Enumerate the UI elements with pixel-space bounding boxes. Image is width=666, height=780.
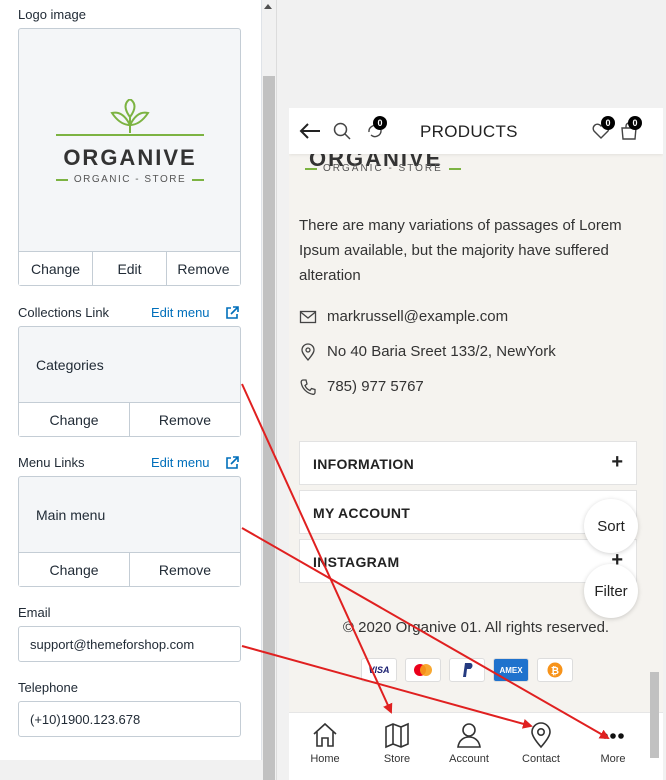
accordion-information[interactable]: INFORMATION + xyxy=(299,441,637,485)
theme-editor: Logo image ORGANIVE ORGANIC - STORE Chan… xyxy=(0,0,666,780)
back-arrow-icon[interactable] xyxy=(299,122,321,140)
location-pin-icon xyxy=(531,722,551,749)
footer-brand-tagline-row: ORGANIC - STORE xyxy=(299,163,467,174)
footer-description: There are many variations of passages of… xyxy=(299,217,622,284)
menu-links-actions: Change Remove xyxy=(19,552,240,586)
copyright-text: © 2020 Organive 01. All rights reserved. xyxy=(342,619,610,636)
logo-tagline: ORGANIC - STORE xyxy=(73,174,187,185)
sort-button[interactable]: Sort xyxy=(584,499,638,553)
accordion-label: INSTAGRAM xyxy=(313,554,400,570)
mastercard-icon xyxy=(405,658,441,682)
user-icon xyxy=(457,723,481,748)
preview-scrollbar-thumb[interactable] xyxy=(650,672,659,758)
external-link-icon[interactable] xyxy=(225,456,239,470)
bitcoin-icon: ₿ xyxy=(537,658,573,682)
collections-actions: Change Remove xyxy=(19,402,240,436)
logo-name: ORGANIVE xyxy=(63,145,197,170)
accordion-label: INFORMATION xyxy=(313,456,415,472)
map-icon xyxy=(385,722,409,749)
phone-icon xyxy=(300,379,316,395)
logo-edit-button[interactable]: Edit xyxy=(93,252,167,285)
nav-store[interactable]: Store xyxy=(361,713,433,780)
cart-count-badge: 0 xyxy=(628,116,642,130)
external-link-icon[interactable] xyxy=(225,306,239,320)
menu-links-change-button[interactable]: Change xyxy=(19,553,130,586)
logo-remove-button[interactable]: Remove xyxy=(167,252,240,285)
footer-brand-tagline: ORGANIC - STORE xyxy=(323,163,443,174)
preview-page-title: PRODUCTS xyxy=(420,122,518,141)
compare-count-badge: 0 xyxy=(373,116,387,130)
preview-header: 0 PRODUCTS 0 0 xyxy=(289,108,663,154)
accordion-instagram[interactable]: INSTAGRAM + xyxy=(299,539,637,583)
telephone-label: Telephone xyxy=(18,680,78,695)
logo-image-label: Logo image xyxy=(18,7,86,22)
logo-preview: ORGANIVE ORGANIC - STORE xyxy=(54,99,206,189)
nav-label: More xyxy=(600,753,626,765)
nav-label: Home xyxy=(310,753,340,765)
visa-icon: VISA xyxy=(361,658,397,682)
settings-panel: Logo image ORGANIVE ORGANIC - STORE Chan… xyxy=(0,0,262,760)
email-label: Email xyxy=(18,605,51,620)
email-field[interactable]: support@themeforshop.com xyxy=(18,626,241,662)
mobile-preview: 0 PRODUCTS 0 0 ORGANIVE ORGANIC - STORE … xyxy=(289,108,663,780)
nav-more[interactable]: More xyxy=(577,713,649,780)
logo-change-button[interactable]: Change xyxy=(19,252,93,285)
contact-phone[interactable]: 785) 977 5767 xyxy=(327,378,424,395)
menu-links-edit-menu-link[interactable]: Edit menu xyxy=(151,455,210,470)
contact-email[interactable]: markrussell@example.com xyxy=(327,308,508,325)
location-pin-icon xyxy=(301,343,315,361)
wishlist-count-badge: 0 xyxy=(601,116,615,130)
menu-links-remove-button[interactable]: Remove xyxy=(130,553,240,586)
divider xyxy=(276,0,277,780)
accordion-label: MY ACCOUNT xyxy=(313,505,411,521)
collections-link-label: Collections Link xyxy=(18,305,110,320)
nav-label: Contact xyxy=(522,753,560,765)
nav-label: Account xyxy=(449,753,489,765)
menu-links-value: Main menu xyxy=(36,507,106,523)
more-dots-icon xyxy=(602,733,624,739)
collections-edit-menu-link[interactable]: Edit menu xyxy=(151,305,210,320)
home-icon xyxy=(313,722,337,747)
menu-links-box: Main menu Change Remove xyxy=(18,476,241,587)
leaf-logo-icon xyxy=(56,99,204,136)
nav-label: Store xyxy=(383,753,411,765)
logo-image-box: ORGANIVE ORGANIC - STORE Change Edit Rem… xyxy=(18,28,241,286)
plus-icon[interactable]: + xyxy=(611,451,623,474)
nav-account[interactable]: Account xyxy=(433,713,505,780)
amex-icon: AMEX xyxy=(493,658,529,682)
telephone-field[interactable]: (+10)1900.123.678 xyxy=(18,701,241,737)
scroll-up-arrow-icon[interactable] xyxy=(264,4,272,9)
svg-text:₿: ₿ xyxy=(551,665,559,677)
paypal-icon xyxy=(449,658,485,682)
mail-icon xyxy=(299,310,317,324)
filter-button[interactable]: Filter xyxy=(584,564,638,618)
search-icon[interactable] xyxy=(333,122,351,140)
collections-link-box: Categories Change Remove xyxy=(18,326,241,437)
logo-actions: Change Edit Remove xyxy=(19,251,240,285)
collections-link-value: Categories xyxy=(36,357,104,373)
nav-contact[interactable]: Contact xyxy=(505,713,577,780)
menu-links-label: Menu Links xyxy=(18,455,85,470)
bottom-nav-bar: Home Store Account Contact More xyxy=(289,712,663,780)
logo-tagline-row: ORGANIC - STORE xyxy=(54,174,206,185)
settings-scrollbar-thumb[interactable] xyxy=(263,76,275,780)
nav-home[interactable]: Home xyxy=(289,713,361,780)
contact-address: No 40 Baria Sreet 133/2, NewYork xyxy=(327,343,556,360)
collections-change-button[interactable]: Change xyxy=(19,403,130,436)
collections-remove-button[interactable]: Remove xyxy=(130,403,240,436)
